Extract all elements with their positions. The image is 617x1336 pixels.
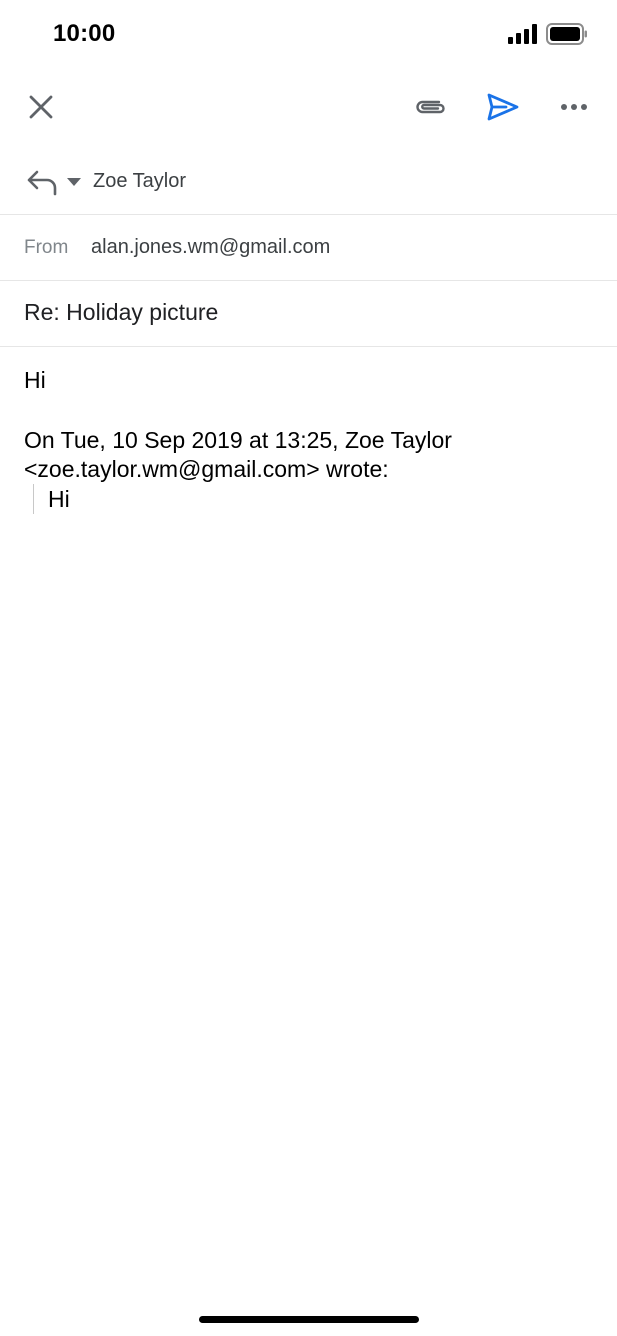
recipient-name[interactable]: Zoe Taylor xyxy=(93,170,186,193)
attachment-icon xyxy=(416,100,445,114)
chevron-down-icon[interactable] xyxy=(66,176,82,188)
more-options-button[interactable] xyxy=(552,85,596,129)
compose-screen: 10:00 Zoe Taylor From alan.jones.wm@gmai… xyxy=(0,0,617,1336)
subject-text[interactable]: Re: Holiday picture xyxy=(24,299,218,326)
to-field-row[interactable]: Zoe Taylor xyxy=(0,150,617,215)
close-button[interactable] xyxy=(19,85,63,129)
battery-icon xyxy=(546,23,587,45)
compose-toolbar xyxy=(0,68,617,148)
attach-button[interactable] xyxy=(409,85,453,129)
from-address[interactable]: alan.jones.wm@gmail.com xyxy=(91,236,330,259)
message-body[interactable]: Hi On Tue, 10 Sep 2019 at 13:25, Zoe Tay… xyxy=(0,347,617,1247)
close-icon xyxy=(29,95,53,119)
reply-icon[interactable] xyxy=(26,168,58,196)
more-icon xyxy=(561,104,587,110)
body-text[interactable]: Hi xyxy=(24,367,46,394)
status-bar: 10:00 xyxy=(0,0,617,68)
from-label: From xyxy=(24,237,69,258)
quoted-header: On Tue, 10 Sep 2019 at 13:25, Zoe Taylor… xyxy=(24,427,452,482)
home-indicator[interactable] xyxy=(199,1316,419,1323)
status-time: 10:00 xyxy=(53,20,116,47)
send-icon xyxy=(487,93,519,121)
from-field-row[interactable]: From alan.jones.wm@gmail.com xyxy=(0,215,617,281)
send-button[interactable] xyxy=(481,85,525,129)
subject-field[interactable]: Re: Holiday picture xyxy=(0,281,617,347)
cellular-signal-icon xyxy=(508,24,537,44)
quoted-text: Hi xyxy=(33,484,70,514)
